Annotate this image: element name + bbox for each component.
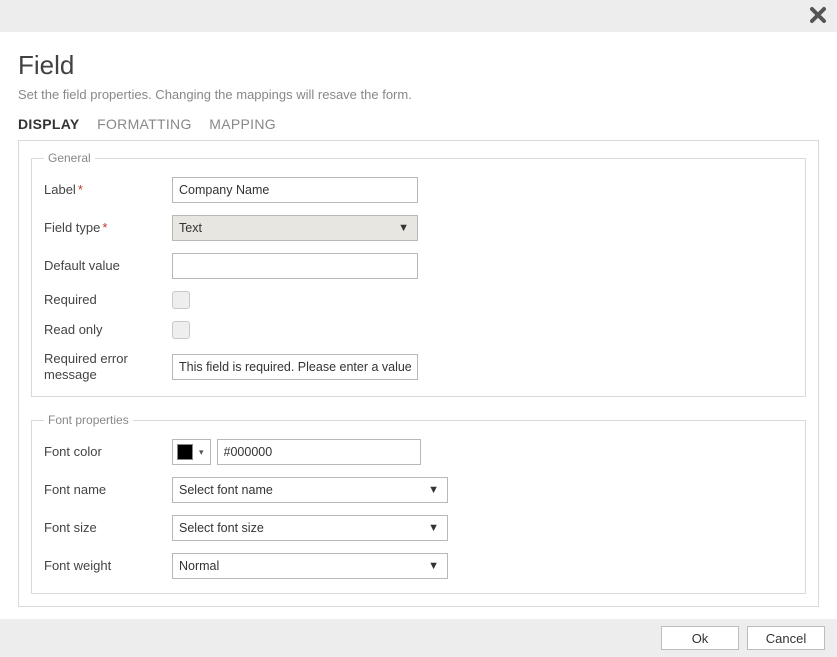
- chevron-down-icon: ▾: [199, 447, 204, 458]
- tab-formatting[interactable]: FORMATTING: [97, 116, 192, 136]
- titlebar: [0, 0, 837, 32]
- font-weight-lbl: Font weight: [44, 558, 172, 574]
- fieldtype-select[interactable]: Text ▼: [172, 215, 418, 241]
- font-weight-value: Normal: [179, 559, 219, 573]
- group-general: General Label* Field type* Text ▼ Defaul…: [31, 151, 806, 397]
- required-star: *: [102, 220, 107, 235]
- font-weight-select[interactable]: Normal ▼: [172, 553, 448, 579]
- fieldtype-value: Text: [179, 221, 202, 235]
- label-lbl: Label*: [44, 182, 172, 198]
- required-checkbox[interactable]: [172, 291, 190, 309]
- tab-panel-display: General Label* Field type* Text ▼ Defaul…: [18, 140, 819, 607]
- close-icon[interactable]: [809, 6, 827, 27]
- group-general-legend: General: [44, 151, 95, 165]
- font-color-picker[interactable]: ▾: [172, 439, 211, 465]
- dialog-content: Field Set the field properties. Changing…: [0, 32, 837, 607]
- tab-strip: DISPLAY FORMATTING MAPPING: [18, 116, 819, 136]
- font-size-value: Select font size: [179, 521, 264, 535]
- dialog-footer: Ok Cancel: [0, 619, 837, 657]
- chevron-down-icon: ▼: [428, 485, 439, 496]
- page-subtitle: Set the field properties. Changing the m…: [18, 87, 819, 102]
- required-star: *: [78, 182, 83, 197]
- fieldtype-lbl: Field type*: [44, 220, 172, 236]
- tab-display[interactable]: DISPLAY: [18, 116, 80, 136]
- font-name-value: Select font name: [179, 483, 273, 497]
- font-size-select[interactable]: Select font size ▼: [172, 515, 448, 541]
- chevron-down-icon: ▼: [398, 223, 409, 234]
- default-value-input[interactable]: [172, 253, 418, 279]
- default-value-lbl: Default value: [44, 258, 172, 274]
- required-error-input[interactable]: [172, 354, 418, 380]
- page-title: Field: [18, 50, 819, 81]
- chevron-down-icon: ▼: [428, 561, 439, 572]
- group-font-properties: Font properties Font color ▾ Font name S…: [31, 413, 806, 594]
- font-color-lbl: Font color: [44, 444, 172, 460]
- group-font-legend: Font properties: [44, 413, 133, 427]
- required-error-lbl: Required error message: [44, 351, 172, 382]
- font-name-select[interactable]: Select font name ▼: [172, 477, 448, 503]
- readonly-lbl: Read only: [44, 322, 172, 338]
- font-name-lbl: Font name: [44, 482, 172, 498]
- color-swatch: [177, 444, 193, 460]
- readonly-checkbox[interactable]: [172, 321, 190, 339]
- tab-mapping[interactable]: MAPPING: [209, 116, 276, 136]
- chevron-down-icon: ▼: [428, 523, 439, 534]
- font-size-lbl: Font size: [44, 520, 172, 536]
- label-input[interactable]: [172, 177, 418, 203]
- required-lbl: Required: [44, 292, 172, 308]
- font-color-input[interactable]: [217, 439, 421, 465]
